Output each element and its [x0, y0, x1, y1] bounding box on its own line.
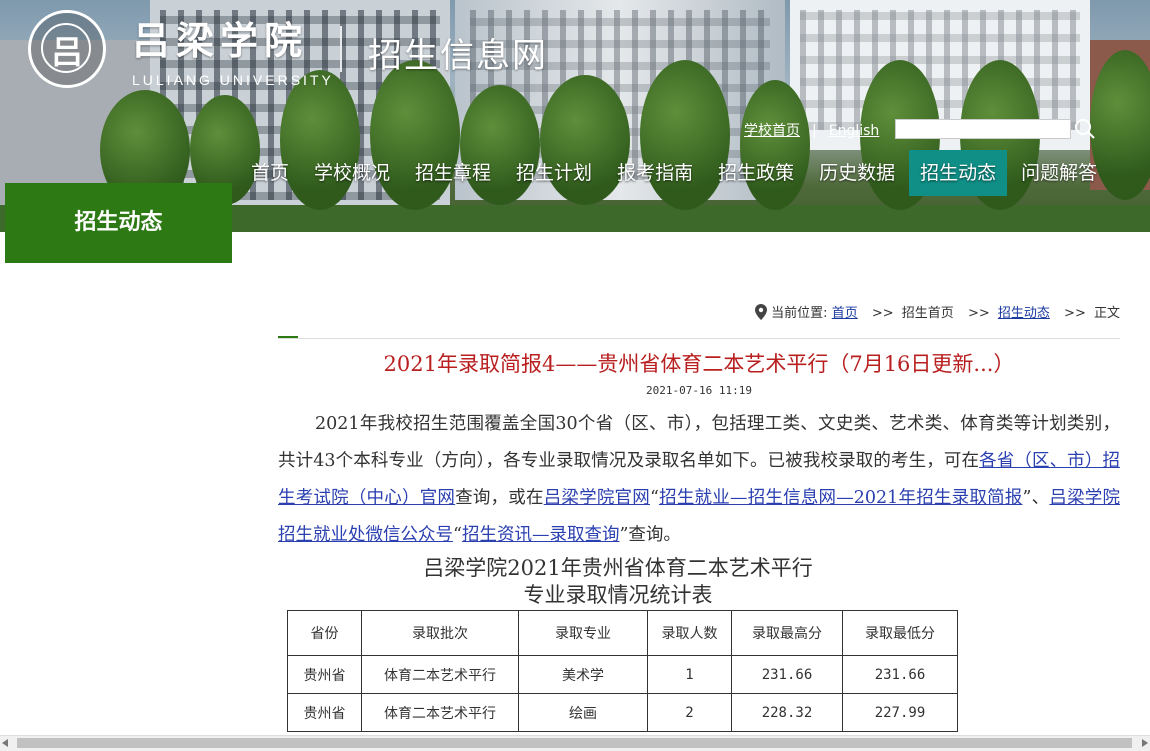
table-cell: 227.99 [842, 693, 958, 732]
article-title: 2021年录取简报4——贵州省体育二本艺术平行（7月16日更新...） [383, 352, 1015, 376]
breadcrumb-sep: >> [967, 306, 990, 321]
table-header-cell: 省份 [287, 610, 362, 656]
location-pin-icon [755, 304, 768, 320]
horizontal-scrollbar[interactable] [0, 735, 1150, 751]
table-cell: 体育二本艺术平行 [361, 655, 519, 694]
article-text: “ [453, 525, 462, 545]
table-header-cell: 录取批次 [361, 610, 519, 656]
scroll-left-arrow-icon[interactable] [2, 739, 8, 747]
table-cell: 美术学 [518, 655, 648, 694]
table-header-cell: 录取最低分 [842, 610, 958, 656]
breadcrumb-sep: >> [1064, 306, 1086, 321]
breadcrumb-current: 正文 [1093, 306, 1120, 321]
table-cell: 228.32 [731, 693, 843, 732]
table-cell: 2 [647, 693, 732, 732]
breadcrumb-label: 当前位置: [771, 306, 828, 321]
table-cell: 231.66 [842, 655, 958, 694]
article-date: 2021-07-16 11:19 [646, 384, 752, 397]
nav-item[interactable]: 问题解答 [1010, 150, 1108, 196]
nav-item[interactable]: 招生动态 [909, 150, 1008, 196]
table-row: 贵州省 体育二本艺术平行 绘画 2 228.32 227.99 [287, 693, 958, 732]
title-divider-accent [278, 336, 298, 338]
top-links: 学校首页 | English [744, 120, 879, 140]
school-name-en: LULIANG UNIVERSITY [132, 72, 334, 88]
table-cell: 231.66 [731, 655, 843, 694]
table-subtitle: 专业录取情况统计表 [523, 583, 713, 607]
breadcrumb-level1: 招生首页 [901, 306, 954, 321]
nav-item[interactable]: 学校概况 [303, 150, 401, 196]
table-header-cell: 录取人数 [647, 610, 732, 656]
toplink-separator: | [812, 123, 817, 139]
table-cell: 绘画 [518, 693, 648, 732]
table-cell: 贵州省 [287, 693, 362, 732]
admission-query-link[interactable]: 招生资讯—录取查询 [462, 525, 620, 545]
table-header-row: 省份 录取批次 录取专业 录取人数 录取最高分 录取最低分 [287, 610, 958, 656]
title-divider-line [278, 338, 1120, 339]
article-body: 2021年我校招生范围覆盖全国30个省（区、市），包括理工类、文史类、艺术类、体… [278, 406, 1120, 554]
nav-item[interactable]: 历史数据 [808, 150, 906, 196]
school-home-link[interactable]: 学校首页 [744, 123, 800, 139]
table-cell: 1 [647, 655, 732, 694]
breadcrumb: 当前位置: 首页 >> 招生首页 >> 招生动态 >> 正文 [755, 302, 1120, 321]
article-text: 查询，或在 [455, 488, 544, 508]
table-row: 贵州省 体育二本艺术平行 美术学 1 231.66 231.66 [287, 655, 958, 694]
article-text: “ [649, 488, 659, 508]
table-header-cell: 录取专业 [518, 610, 648, 656]
site-title: 招生信息网 [368, 36, 548, 76]
title-divider [340, 26, 342, 72]
table-cell: 体育二本艺术平行 [361, 693, 519, 732]
breadcrumb-level2[interactable]: 招生动态 [998, 306, 1050, 321]
search-input[interactable] [895, 119, 1071, 139]
scroll-right-arrow-icon[interactable] [1142, 739, 1148, 747]
nav-item[interactable]: 招生政策 [707, 150, 805, 196]
table-header-cell: 录取最高分 [731, 610, 843, 656]
search-icon[interactable] [1074, 118, 1096, 140]
article-text: ”查询。 [619, 525, 681, 545]
scrollbar-thumb[interactable] [17, 738, 1132, 748]
nav-item[interactable]: 报考指南 [606, 150, 704, 196]
section-title: 招生动态 [74, 210, 163, 235]
table-title: 吕梁学院2021年贵州省体育二本艺术平行 [423, 556, 813, 580]
university-site-link[interactable]: 吕梁学院官网 [544, 488, 650, 508]
nav-item[interactable]: 首页 [240, 150, 300, 196]
english-link[interactable]: English [829, 123, 880, 139]
nav-item[interactable]: 招生章程 [404, 150, 502, 196]
table-cell: 贵州省 [287, 655, 362, 694]
breadcrumb-home[interactable]: 首页 [832, 306, 858, 321]
nav-item[interactable]: 招生计划 [505, 150, 603, 196]
school-emblem-icon[interactable]: 吕 [28, 10, 106, 88]
breadcrumb-sep: >> [871, 306, 894, 321]
main-nav: 首页 学校概况 招生章程 招生计划 报考指南 招生政策 历史数据 招生动态 问题解答 [240, 150, 1111, 196]
admission-brief-link[interactable]: 招生就业—招生信息网—2021年招生录取简报 [659, 488, 1023, 508]
school-name: 吕梁学院 [132, 18, 309, 63]
article-text: ”、 [1022, 488, 1050, 508]
section-title-box: 招生动态 [5, 183, 232, 263]
admission-stats-table: 省份 录取批次 录取专业 录取人数 录取最高分 录取最低分 贵州省 体育二本艺术… [287, 610, 958, 732]
